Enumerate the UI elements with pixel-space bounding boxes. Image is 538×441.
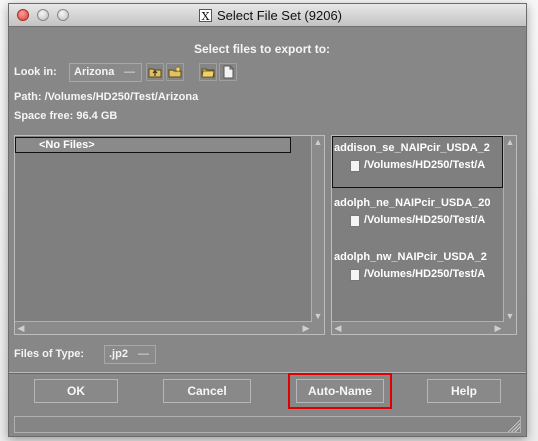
right-horizontal-scrollbar[interactable]: ◀ ▶ (332, 321, 504, 334)
button-separator (9, 372, 526, 373)
scroll-down-icon[interactable]: ▼ (504, 310, 516, 322)
export-file-path-text: /Volumes/HD250/Test/A (364, 159, 486, 171)
scroll-left-icon[interactable]: ◀ (332, 322, 344, 334)
scroll-up-icon[interactable]: ▲ (504, 136, 516, 148)
export-file-name[interactable]: adolph_ne_NAIPcir_USDA_20 (334, 197, 491, 209)
open-folder-button[interactable] (199, 63, 217, 81)
look-in-dropdown[interactable]: Arizona — (69, 63, 142, 82)
close-window-button[interactable] (17, 9, 29, 21)
left-vertical-scrollbar[interactable]: ▲ ▼ (311, 136, 324, 334)
folder-up-icon (148, 68, 162, 78)
space-free-row: Space free: 96.4 GB (14, 110, 117, 122)
new-document-button[interactable] (219, 63, 237, 81)
document-icon (350, 215, 360, 227)
dialog-heading: Select files to export to: (194, 42, 331, 56)
window-title: Select File Set (9206) (217, 7, 343, 23)
look-in-value: Arizona (74, 66, 115, 78)
scroll-up-icon[interactable]: ▲ (312, 136, 324, 148)
export-file-path[interactable]: /Volumes/HD250/Test/A (350, 268, 486, 281)
scroll-down-icon[interactable]: ▼ (312, 310, 324, 322)
available-files-list[interactable]: <No Files> ▲ ▼ ◀ ▶ (14, 135, 325, 335)
look-in-label: Look in: (14, 66, 57, 78)
files-of-type-label: Files of Type: (14, 348, 85, 360)
export-file-path[interactable]: /Volumes/HD250/Test/A (350, 214, 486, 227)
select-file-set-window: X Select File Set (9206) Select files to… (8, 3, 527, 437)
scroll-right-icon[interactable]: ▶ (492, 322, 504, 334)
space-free-value: 96.4 GB (76, 110, 118, 122)
export-file-name[interactable]: adolph_nw_NAIPcir_USDA_2 (334, 251, 487, 263)
dropdown-indicator-icon: — (124, 66, 135, 78)
new-document-icon (223, 65, 234, 79)
export-file-path[interactable]: /Volumes/HD250/Test/A (350, 159, 486, 172)
files-of-type-value: .jp2 (109, 348, 128, 360)
document-icon (350, 269, 360, 281)
scroll-right-icon[interactable]: ▶ (300, 322, 312, 334)
new-folder-icon (168, 65, 182, 78)
empty-list-item[interactable]: <No Files> (39, 139, 95, 151)
minimize-window-button[interactable] (37, 9, 49, 21)
dialog-content: Select files to export to: Look in: Ariz… (9, 27, 526, 436)
right-vertical-scrollbar[interactable]: ▲ ▼ (503, 136, 516, 334)
path-row: Path: /Volumes/HD250/Test/Arizona (14, 91, 198, 103)
zoom-window-button[interactable] (57, 9, 69, 21)
desktop: X Select File Set (9206) Select files to… (0, 0, 538, 441)
cancel-button[interactable]: Cancel (163, 379, 251, 403)
files-of-type-dropdown[interactable]: .jp2 — (104, 345, 156, 364)
files-of-type-row: Files of Type: .jp2 — (14, 345, 244, 367)
ok-button[interactable]: OK (34, 379, 118, 403)
open-folder-icon (201, 68, 215, 78)
resize-grip-icon[interactable] (508, 420, 520, 432)
new-folder-button[interactable] (166, 63, 184, 81)
folder-up-button[interactable] (146, 63, 164, 81)
scroll-left-icon[interactable]: ◀ (15, 322, 27, 334)
title-bar[interactable]: X Select File Set (9206) (9, 4, 526, 27)
export-file-path-text: /Volumes/HD250/Test/A (364, 214, 486, 226)
left-horizontal-scrollbar[interactable]: ◀ ▶ (15, 321, 312, 334)
path-label: Path: (14, 91, 42, 103)
space-free-label: Space free: (14, 110, 74, 122)
status-bar (14, 416, 521, 433)
x11-logo-icon: X (199, 8, 212, 23)
window-title-group: X Select File Set (9206) (199, 7, 342, 23)
auto-name-button[interactable]: Auto-Name (296, 379, 384, 403)
export-file-name[interactable]: addison_se_NAIPcir_USDA_2 (334, 142, 490, 154)
path-value: /Volumes/HD250/Test/Arizona (44, 91, 199, 103)
export-files-list[interactable]: addison_se_NAIPcir_USDA_2 /Volumes/HD250… (331, 135, 517, 335)
dropdown-indicator-icon: — (138, 348, 149, 360)
document-icon (350, 160, 360, 172)
help-button[interactable]: Help (427, 379, 501, 403)
export-file-path-text: /Volumes/HD250/Test/A (364, 268, 486, 280)
